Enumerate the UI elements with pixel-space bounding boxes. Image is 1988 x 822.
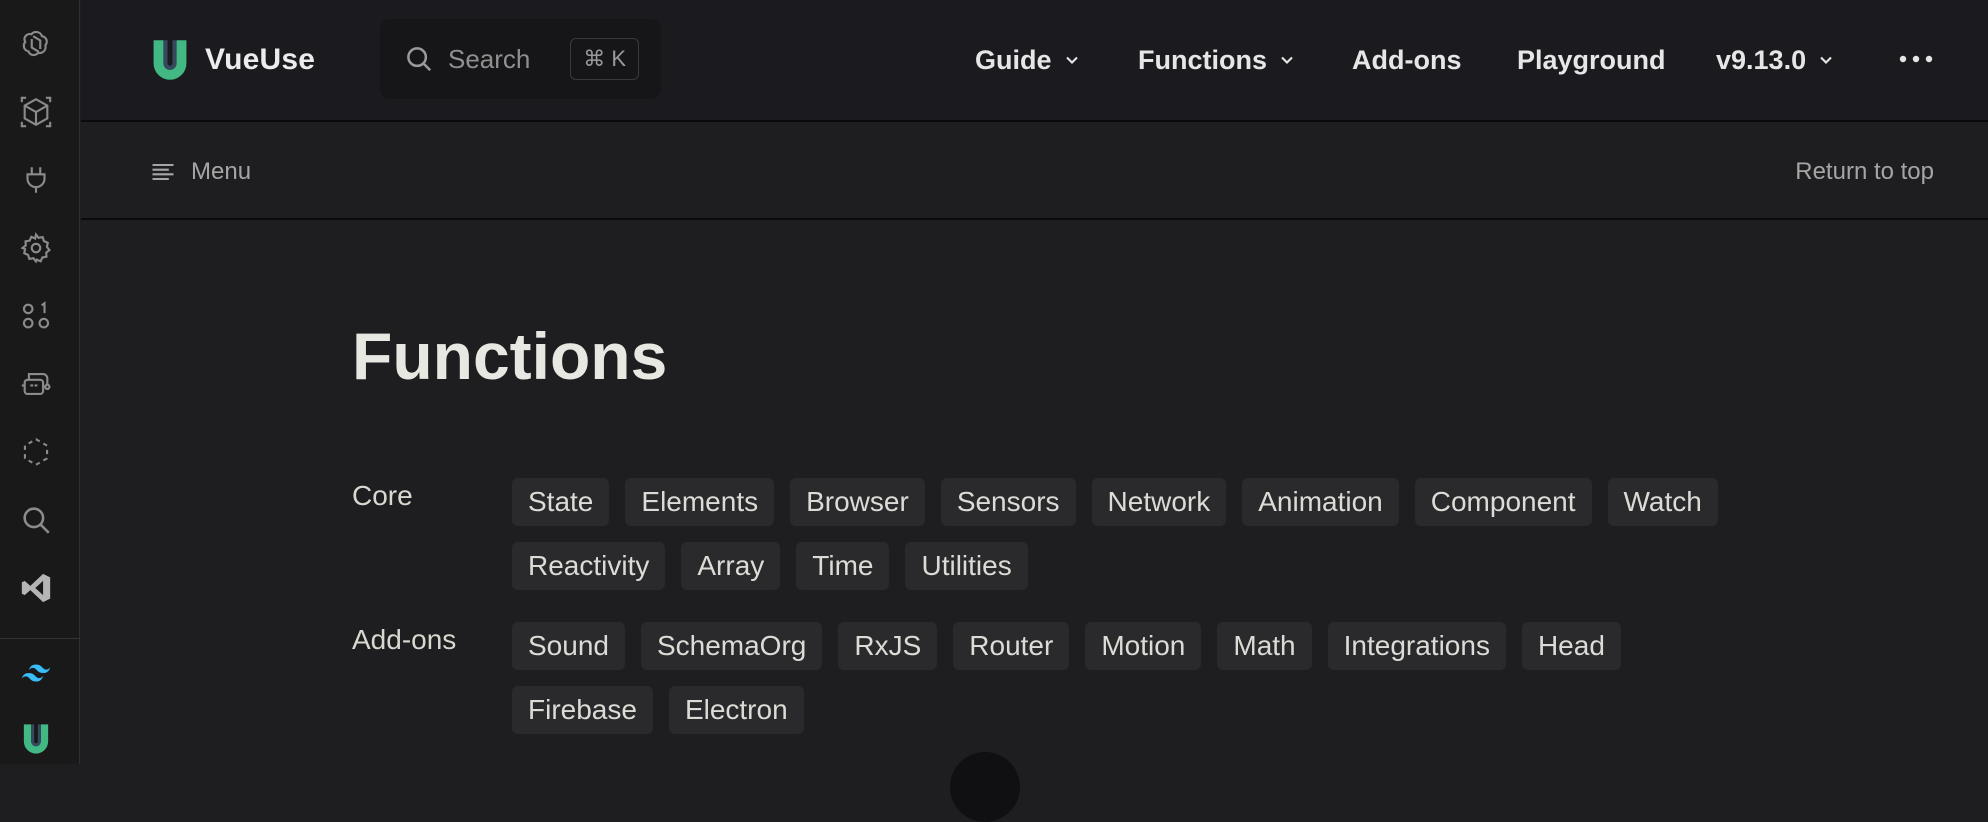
nav-playground-label: Playground: [1517, 45, 1666, 76]
tag-component[interactable]: Component: [1415, 478, 1592, 526]
apps-icon[interactable]: [17, 297, 55, 335]
menu-lines-icon: [149, 158, 177, 186]
tag-state[interactable]: State: [512, 478, 609, 526]
tailwind-icon[interactable]: [17, 654, 55, 692]
category-tags-core: State Elements Browser Sensors Network A…: [512, 478, 1742, 590]
robot-icon[interactable]: [17, 365, 55, 403]
menu-label: Menu: [191, 158, 251, 186]
nav-addons-link[interactable]: Add-ons: [1352, 40, 1461, 80]
menu-button[interactable]: Menu: [149, 152, 251, 192]
tag-network[interactable]: Network: [1092, 478, 1227, 526]
chevron-down-icon: [1277, 50, 1297, 70]
tag-sound[interactable]: Sound: [512, 622, 625, 670]
category-label-core: Core: [352, 480, 413, 512]
search-button[interactable]: Search ⌘ K: [380, 19, 661, 99]
tag-head[interactable]: Head: [1522, 622, 1621, 670]
tag-integrations[interactable]: Integrations: [1328, 622, 1506, 670]
vscode-icon[interactable]: [17, 569, 55, 607]
tag-browser[interactable]: Browser: [790, 478, 925, 526]
activity-bar-divider: [0, 638, 80, 639]
nav-functions-label: Functions: [1138, 45, 1267, 76]
nav-addons-label: Add-ons: [1352, 45, 1461, 76]
search-icon: [404, 44, 434, 74]
partial-floating-element: [950, 752, 1020, 822]
main-content: Functions Core State Elements Browser Se…: [81, 222, 1988, 764]
nav-playground-link[interactable]: Playground: [1517, 40, 1666, 80]
chevron-down-icon: [1062, 50, 1082, 70]
nav-guide-label: Guide: [975, 45, 1052, 76]
vueuse-logo-icon: [149, 37, 191, 83]
tag-schemaorg[interactable]: SchemaOrg: [641, 622, 822, 670]
brand-name: VueUse: [205, 43, 315, 77]
tag-reactivity[interactable]: Reactivity: [512, 542, 665, 590]
tag-motion[interactable]: Motion: [1085, 622, 1201, 670]
activity-bar: [0, 0, 80, 764]
tag-elements[interactable]: Elements: [625, 478, 774, 526]
tag-router[interactable]: Router: [953, 622, 1069, 670]
page-title: Functions: [352, 318, 667, 394]
tag-watch[interactable]: Watch: [1608, 478, 1718, 526]
tag-utilities[interactable]: Utilities: [905, 542, 1027, 590]
vueuse-icon[interactable]: [17, 720, 55, 758]
tag-electron[interactable]: Electron: [669, 686, 804, 734]
plug-icon[interactable]: [17, 161, 55, 199]
top-navbar: VueUse Search ⌘ K Guide Functions Add-on…: [81, 0, 1988, 122]
nav-functions-dropdown[interactable]: Functions: [1138, 40, 1297, 80]
local-nav-bar: Menu Return to top: [81, 124, 1988, 220]
nav-guide-dropdown[interactable]: Guide: [975, 40, 1082, 80]
tag-rxjs[interactable]: RxJS: [838, 622, 937, 670]
tag-math[interactable]: Math: [1217, 622, 1311, 670]
settings-gear-icon[interactable]: [17, 229, 55, 267]
search-icon[interactable]: [17, 501, 55, 539]
tag-firebase[interactable]: Firebase: [512, 686, 653, 734]
openai-icon[interactable]: [17, 25, 55, 63]
cube-icon[interactable]: [17, 93, 55, 131]
dashed-circle-icon[interactable]: [17, 433, 55, 471]
search-label: Search: [448, 44, 530, 75]
tag-sensors[interactable]: Sensors: [941, 478, 1076, 526]
brand-logo-link[interactable]: VueUse: [149, 36, 315, 84]
more-options-icon[interactable]: [1898, 50, 1934, 68]
category-label-addons: Add-ons: [352, 624, 456, 656]
tag-time[interactable]: Time: [796, 542, 889, 590]
chevron-down-icon: [1816, 50, 1836, 70]
category-tags-addons: Sound SchemaOrg RxJS Router Motion Math …: [512, 622, 1742, 734]
version-label: v9.13.0: [1716, 45, 1806, 76]
search-shortcut-badge: ⌘ K: [570, 38, 639, 80]
tag-animation[interactable]: Animation: [1242, 478, 1399, 526]
return-to-top-link[interactable]: Return to top: [1795, 158, 1934, 186]
version-dropdown[interactable]: v9.13.0: [1716, 40, 1836, 80]
tag-array[interactable]: Array: [681, 542, 780, 590]
